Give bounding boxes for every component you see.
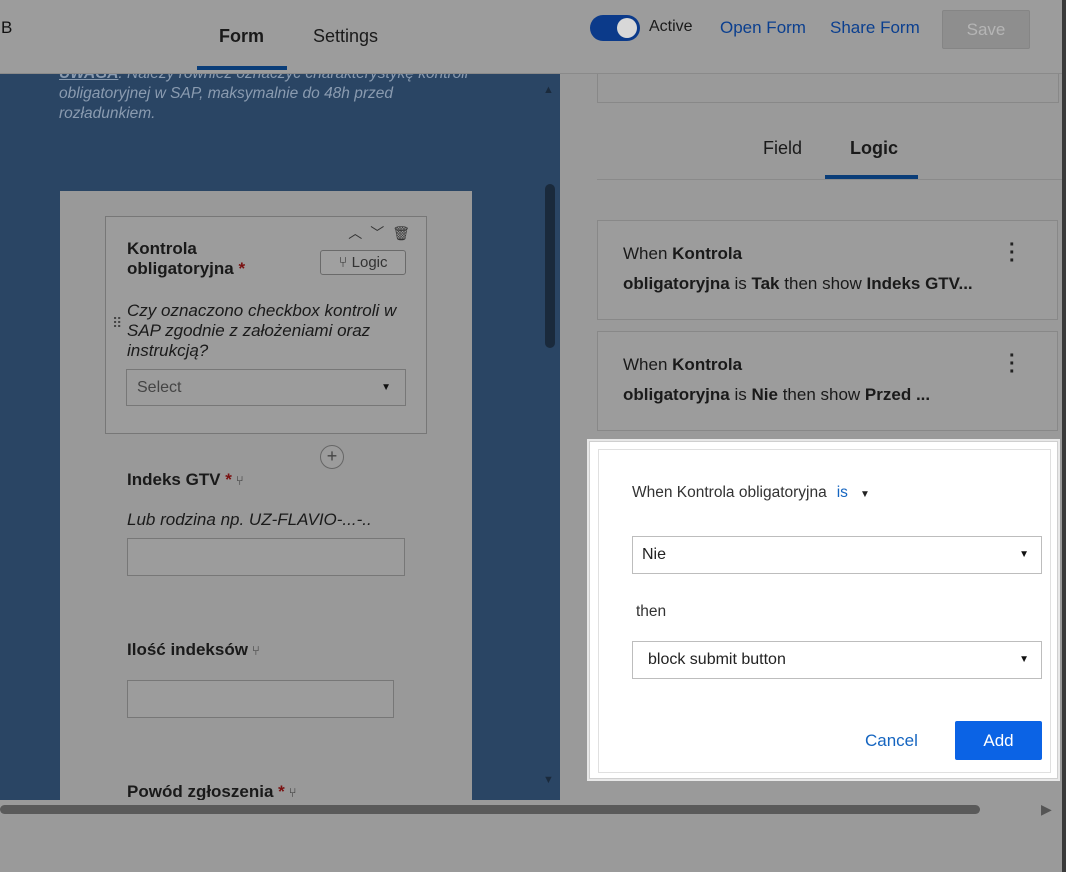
add-logic-dialog: When Kontrola obligatoryjna is ▼ Nie ▼ then… (589, 441, 1058, 779)
scroll-down-arrow-icon[interactable]: ▼ (543, 774, 554, 786)
form-note: UWAGA: Należy również oznaczyć charakter… (59, 74, 489, 124)
then-label: then (636, 603, 667, 620)
tab-logic[interactable]: Logic (850, 138, 898, 159)
indeks-input[interactable] (127, 538, 405, 576)
note-warning: UWAGA (59, 74, 118, 82)
logic-button-label: Logic (351, 254, 388, 271)
caret-down-icon: ▼ (1019, 549, 1029, 560)
active-toggle-label: Active (649, 18, 693, 35)
field-select[interactable]: Select ▼ (126, 369, 406, 406)
rule-when: When (623, 244, 668, 263)
action-select-text: block submit button (648, 651, 786, 668)
add-field-icon[interactable]: + (320, 445, 344, 469)
drag-handle-icon[interactable]: ⠿ (112, 315, 122, 332)
rule-target: Przed ... (864, 385, 931, 404)
caret-down-icon: ▼ (381, 382, 391, 393)
ilosc-label: Ilość indeksów (127, 640, 248, 659)
delete-icon[interactable]: 🗑 (392, 225, 418, 241)
active-toggle[interactable] (590, 15, 640, 41)
scroll-up-arrow-icon[interactable]: ▲ (543, 84, 554, 96)
dialog-body: When Kontrola obligatoryjna is ▼ Nie ▼ then… (598, 449, 1051, 773)
field-label-powod: Powód zgłoszenia * ⑂ (127, 782, 297, 800)
selected-field[interactable]: ︿﹀🗑 Kontrola obligatoryjna * ⑂ Logic ⠿ C… (105, 216, 427, 469)
tab-form[interactable]: Form (219, 26, 264, 47)
rule-line-1: When Kontrola (623, 355, 742, 375)
field-controls: ︿﹀🗑 (348, 223, 418, 243)
ilosc-input[interactable] (127, 680, 394, 718)
caret-down-icon[interactable]: ▼ (860, 489, 870, 500)
rule-line-2: obligatoryjna is Tak then show Indeks GT… (623, 274, 973, 294)
tab-settings[interactable]: Settings (313, 26, 378, 47)
field-label-ilosc: Ilość indeksów ⑂ (127, 640, 260, 660)
logic-button[interactable]: ⑂ Logic (320, 250, 406, 275)
form-canvas: UWAGA: Należy również oznaczyć charakter… (0, 74, 560, 800)
move-up-icon[interactable]: ︿ (348, 225, 370, 241)
move-down-icon[interactable]: ﹀ (370, 225, 392, 241)
logic-branch-icon: ⑂ (288, 785, 297, 800)
rule-value: Nie (751, 385, 778, 404)
field-label: Kontrola obligatoryjna (127, 239, 234, 278)
more-options-icon[interactable]: · · · (1009, 235, 1016, 271)
panel-top-box (597, 74, 1059, 103)
rule-field-cont: obligatoryjna (623, 385, 730, 404)
action-select[interactable]: block submit button ▼ (632, 641, 1042, 679)
rule-target: Indeks GTV... (866, 274, 973, 293)
field-select-placeholder: Select (137, 379, 182, 396)
rule-field-cont: obligatoryjna (623, 274, 730, 293)
rule-value: Tak (751, 274, 780, 293)
value-select-text: Nie (642, 546, 667, 563)
logic-rule-card[interactable]: When Kontrola obligatoryjna is Nie then … (597, 331, 1058, 431)
logic-rule-card[interactable]: When Kontrola obligatoryjna is Tak then … (597, 220, 1058, 320)
horizontal-scrollbar[interactable] (0, 805, 980, 814)
horizontal-scrollbar-area: ▶ (0, 800, 1062, 872)
rule-action: then show (782, 385, 861, 404)
rule-field: Kontrola (672, 355, 743, 374)
rule-line-2: obligatoryjna is Nie then show Przed ... (623, 385, 930, 405)
caret-down-icon: ▼ (1019, 654, 1029, 665)
more-options-icon[interactable]: · · · (1009, 346, 1016, 382)
branch-icon: ⑂ (338, 254, 348, 271)
top-bar: B Form Settings Active Open Form Share F… (0, 0, 1062, 74)
field-title: Kontrola obligatoryjna * (127, 239, 247, 279)
logic-branch-icon: ⑂ (251, 643, 260, 658)
field-question: Czy oznaczono checkbox kontroli w SAP zg… (127, 301, 397, 360)
indeks-help-text: Lub rodzina np. UZ-FLAVIO-...-.. (127, 510, 372, 529)
field-label-indeks: Indeks GTV * ⑂ (127, 470, 244, 490)
rule-line-1: When Kontrola (623, 244, 742, 264)
required-marker: * (225, 470, 232, 489)
value-select[interactable]: Nie ▼ (632, 536, 1042, 574)
indeks-label: Indeks GTV (127, 470, 221, 489)
brand-logo: B (1, 18, 13, 37)
condition-prefix: When Kontrola obligatoryjna (632, 484, 827, 501)
operator-dropdown[interactable]: is (837, 484, 848, 501)
tab-field[interactable]: Field (763, 138, 802, 159)
rule-action: then show (784, 274, 862, 293)
form-card: ︿﹀🗑 Kontrola obligatoryjna * ⑂ Logic ⠿ C… (60, 191, 472, 800)
note-text: : Należy również oznaczyć charakterystyk… (59, 74, 468, 122)
cancel-button[interactable]: Cancel (865, 731, 918, 751)
share-form-link[interactable]: Share Form (830, 18, 920, 38)
tabs-divider (597, 179, 1062, 180)
condition-line: When Kontrola obligatoryjna is ▼ (632, 484, 870, 502)
required-marker: * (238, 259, 246, 278)
open-form-link[interactable]: Open Form (720, 18, 806, 38)
rule-when: When (623, 355, 668, 374)
powod-label: Powód zgłoszenia (127, 782, 274, 800)
required-marker: * (278, 782, 285, 800)
active-tab-indicator (197, 66, 287, 70)
rule-operator: is (734, 385, 747, 404)
scroll-right-arrow-icon[interactable]: ▶ (1041, 801, 1052, 818)
rule-operator: is (734, 274, 747, 293)
save-button[interactable]: Save (942, 10, 1030, 49)
vertical-scrollbar[interactable] (545, 184, 555, 348)
window-edge (1062, 0, 1066, 872)
rule-field: Kontrola (672, 244, 743, 263)
logic-branch-icon: ⑂ (235, 473, 244, 488)
add-button[interactable]: Add (955, 721, 1042, 760)
